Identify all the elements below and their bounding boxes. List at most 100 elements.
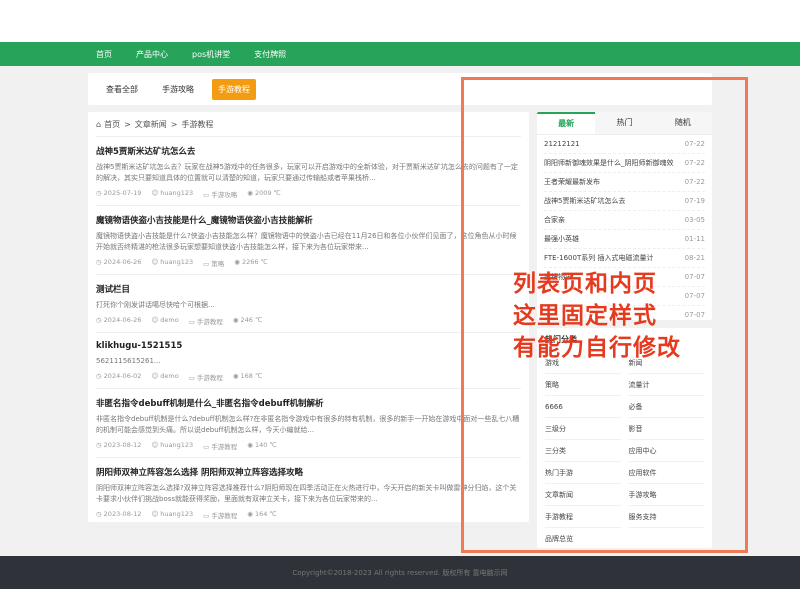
user-icon: ☺	[151, 510, 159, 518]
tag-item[interactable]: 流量计	[628, 374, 704, 396]
latest-item-title[interactable]: 合家亲	[544, 215, 565, 225]
latest-item[interactable]: 王者荣耀最新发布 07-22	[544, 173, 705, 192]
article-category[interactable]: ▭ 手游教程	[189, 372, 223, 382]
latest-item[interactable]: 07-07	[544, 306, 705, 320]
nav-item-pos[interactable]: pos机讲堂	[192, 49, 230, 60]
article-summary: 魔镜物语侠盗小吉技能是什么?侠盗小吉技能怎么样？魔镜物语中的侠盗小吉已经在11月…	[96, 232, 517, 251]
latest-item[interactable]: 21212121 07-22	[544, 135, 705, 154]
tag-item[interactable]: 影音	[628, 418, 704, 440]
article-author[interactable]: ☺ demo	[151, 316, 178, 326]
article-item: 战神5贾斯米达矿坑怎么去战神5贾斯米达矿坑怎么去？玩家在战神5游戏中的任务很多，…	[96, 137, 521, 206]
tag-item[interactable]: 必备	[628, 396, 704, 418]
article-summary: 战神5贾斯米达矿坑怎么去？玩家在战神5游戏中的任务很多，玩家可以开启游戏中的全新…	[96, 163, 518, 182]
latest-item[interactable]: 魔镜物语 07-07	[544, 268, 705, 287]
folder-icon: ▭	[203, 260, 210, 268]
top-header	[0, 0, 800, 42]
article-title[interactable]: klikhugu-1521515	[96, 341, 521, 351]
tag-item[interactable]: 6666	[545, 396, 621, 418]
latest-item[interactable]: 合家亲 03-05	[544, 211, 705, 230]
folder-icon: ▭	[188, 374, 195, 382]
article-title[interactable]: 魔镜物语侠盗小吉技能是什么_魔镜物语侠盗小吉技能解析	[96, 214, 521, 226]
tag-item[interactable]: 三分类	[545, 440, 621, 462]
breadcrumb-home[interactable]: 首页	[104, 119, 120, 130]
article-item: klikhugu-1521515 5621115615261... ◷ 2024-06…	[96, 333, 521, 389]
tag-item[interactable]: 策略	[545, 374, 621, 396]
latest-item-date: 07-22	[684, 140, 705, 148]
clock-icon: ◷	[96, 441, 102, 449]
tag-widget: 热门分类 游戏 新闻 策略 流量计 6666 必备 三级分 影音 三分类 应用中心 热门手游 应用软件…	[537, 328, 712, 550]
tag-item[interactable]: 应用软件	[628, 462, 704, 484]
tab-latest[interactable]: 最新	[537, 112, 596, 134]
filter-tutorials[interactable]: 手游教程	[212, 78, 256, 100]
eye-icon: ◉	[232, 316, 239, 324]
breadcrumb-news[interactable]: 文章新闻	[135, 119, 167, 130]
user-icon: ☺	[151, 441, 159, 449]
latest-item-title[interactable]: 阴阳师新御魂效果是什么_阴阳师新御魂效	[544, 158, 674, 168]
tag-item[interactable]: 文章新闻	[545, 484, 621, 506]
article-item: 魔镜物语侠盗小吉技能是什么_魔镜物语侠盗小吉技能解析魔镜物语侠盗小吉技能是什么?…	[96, 206, 521, 275]
breadcrumb-current[interactable]: 手游教程	[181, 119, 213, 130]
latest-item[interactable]: 07-07	[544, 287, 705, 306]
tag-item[interactable]: 三级分	[545, 418, 621, 440]
article-category[interactable]: ▭ 手游教程	[203, 441, 237, 451]
article-author[interactable]: ☺ huang123	[151, 189, 193, 199]
latest-item[interactable]: 战神5贾斯米达矿坑怎么去 07-19	[544, 192, 705, 211]
eye-icon: ◉	[234, 258, 240, 266]
article-category[interactable]: ▭ 策略	[203, 258, 224, 268]
latest-item-title[interactable]: 战神5贾斯米达矿坑怎么去	[544, 196, 625, 206]
latest-item-date: 07-07	[684, 273, 705, 281]
article-title[interactable]: 非匿名指令debuff机制是什么_非匿名指令debuff机制解析	[96, 397, 521, 409]
home-icon: ⌂	[96, 119, 102, 129]
nav-item-license[interactable]: 支付牌照	[254, 49, 286, 60]
article-views: ◉ 2009 ℃	[247, 189, 281, 197]
article-title[interactable]: 测试栏目	[96, 283, 521, 295]
tag-item[interactable]: 手游教程	[545, 506, 621, 528]
article-category[interactable]: ▭ 手游教程	[203, 510, 237, 520]
folder-icon: ▭	[203, 191, 210, 199]
latest-item-date: 03-05	[684, 216, 705, 224]
tag-list: 游戏 新闻 策略 流量计 6666 必备 三级分 影音 三分类 应用中心 热门手游 应用软件 文章新闻手…	[545, 352, 704, 550]
latest-item[interactable]: 阴阳师新御魂效果是什么_阴阳师新御魂效 07-22	[544, 154, 705, 173]
article-author[interactable]: ☺ huang123	[151, 441, 193, 451]
clock-icon: ◷	[96, 189, 102, 197]
folder-icon: ▭	[203, 512, 210, 520]
article-list-panel: ⌂ 首页 > 文章新闻 > 手游教程 战神5贾斯米达矿坑怎么去 战神5贾斯米达矿坑…	[88, 112, 529, 527]
article-category[interactable]: ▭ 手游教程	[189, 316, 223, 326]
article-summary: 打死你个刚发讲话噶尽快哈个可根据...	[96, 301, 215, 309]
article-author[interactable]: ☺ huang123	[151, 510, 193, 520]
latest-item[interactable]: 最强小英雄 01-11	[544, 230, 705, 249]
tab-hot[interactable]: 热门	[595, 112, 654, 134]
filter-all[interactable]: 查看全部	[100, 79, 144, 100]
article-author[interactable]: ☺ demo	[151, 372, 178, 382]
tag-item[interactable]: 应用中心	[628, 440, 704, 462]
user-icon: ☺	[151, 258, 159, 266]
nav-item-products[interactable]: 产品中心	[136, 49, 168, 60]
latest-item-title[interactable]: 21212121	[544, 140, 580, 148]
article-author[interactable]: ☺ huang123	[151, 258, 193, 268]
tag-item[interactable]: 服务支持	[628, 506, 704, 528]
clock-icon: ◷	[96, 372, 102, 380]
article-category[interactable]: ▭ 手游攻略	[203, 189, 237, 199]
latest-item-title[interactable]: 魔镜物语	[544, 272, 572, 282]
breadcrumb-sep: >	[124, 119, 131, 129]
article-date: ◷ 2025-07-19	[96, 189, 142, 197]
nav-item-home[interactable]: 首页	[96, 49, 112, 60]
filter-guides[interactable]: 手游攻略	[156, 79, 200, 100]
latest-item-title[interactable]: FTE-1600T系列 插入式电磁流量计	[544, 253, 653, 263]
article-views: ◉ 2266 ℃	[234, 258, 268, 266]
tag-item[interactable]: 手游攻略	[628, 484, 704, 506]
eye-icon: ◉	[247, 189, 253, 197]
latest-item[interactable]: FTE-1600T系列 插入式电磁流量计 08-21	[544, 249, 705, 268]
latest-item-title[interactable]: 王者荣耀最新发布	[544, 177, 600, 187]
tab-random[interactable]: 随机	[653, 112, 712, 134]
latest-item-date: 07-07	[684, 311, 705, 319]
latest-item-title[interactable]: 最强小英雄	[544, 234, 579, 244]
tag-item[interactable]: 游戏	[545, 352, 621, 374]
tag-item[interactable]: 新闻	[628, 352, 704, 374]
article-title[interactable]: 阴阳师双神立阵容怎么选择 阴阳师双神立阵容选择攻略	[96, 466, 521, 478]
tag-item[interactable]: 热门手游	[545, 462, 621, 484]
article-views: ◉ 164 ℃	[247, 510, 277, 518]
article-date: ◷ 2023-08-12	[96, 510, 142, 518]
article-title[interactable]: 战神5贾斯米达矿坑怎么去	[96, 145, 521, 157]
tag-item[interactable]: 品牌总览	[545, 528, 621, 550]
